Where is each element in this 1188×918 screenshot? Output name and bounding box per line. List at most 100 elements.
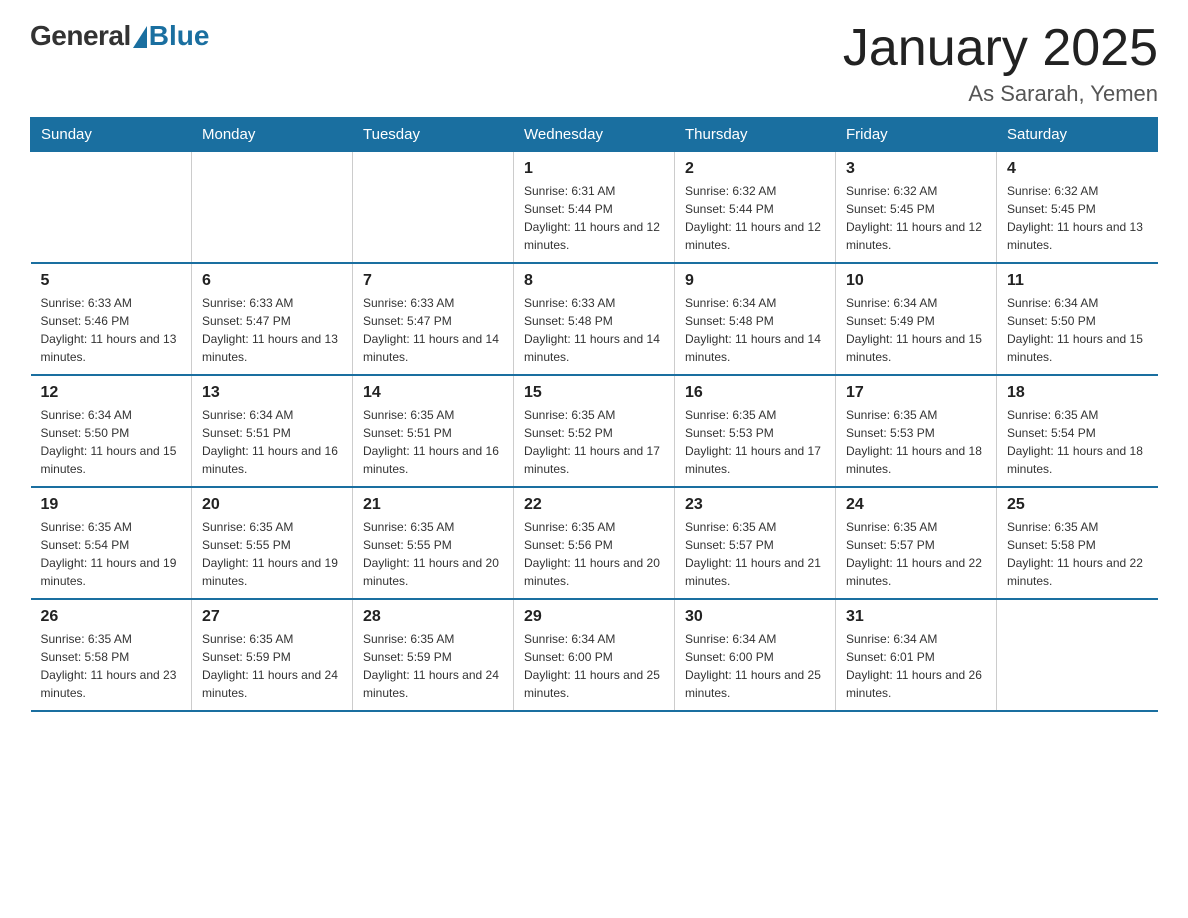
day-info: Sunrise: 6:34 AM Sunset: 5:50 PM Dayligh…: [1007, 294, 1148, 366]
calendar-cell: 2Sunrise: 6:32 AM Sunset: 5:44 PM Daylig…: [675, 152, 836, 264]
calendar-cell: 11 Sunrise: 6:34 AM Sunset: 5:50 PM Dayli…: [997, 263, 1158, 375]
calendar-cell: 8 Sunrise: 6:33 AM Sunset: 5:48 PM Daylig…: [514, 263, 675, 375]
calendar-cell: 21 Sunrise: 6:35 AM Sunset: 5:55 PM Dayli…: [353, 487, 514, 599]
day-number: 25: [1007, 496, 1148, 514]
calendar-cell: 14 Sunrise: 6:35 AM Sunset: 5:51 PM Dayli…: [353, 375, 514, 487]
day-number: 11: [1007, 272, 1148, 290]
day-number: 7: [363, 272, 503, 290]
day-number: 3: [846, 160, 986, 178]
logo-general-text: General: [30, 20, 131, 52]
day-number: 22: [524, 496, 664, 514]
calendar-cell: [192, 152, 353, 264]
day-number: 9: [685, 272, 825, 290]
calendar-cell: [353, 152, 514, 264]
calendar-table: SundayMondayTuesdayWednesdayThursdayFrid…: [30, 117, 1158, 712]
month-title: January 2025: [843, 20, 1158, 77]
calendar-header-row: SundayMondayTuesdayWednesdayThursdayFrid…: [31, 118, 1158, 152]
day-info: Sunrise: 6:32 AM Sunset: 5:44 PM Dayligh…: [685, 182, 825, 254]
header-day-friday: Friday: [836, 118, 997, 152]
day-info: Sunrise: 6:35 AM Sunset: 5:55 PM Dayligh…: [363, 518, 503, 590]
day-info: Sunrise: 6:35 AM Sunset: 5:54 PM Dayligh…: [1007, 406, 1148, 478]
day-info: Sunrise: 6:35 AM Sunset: 5:55 PM Dayligh…: [202, 518, 342, 590]
calendar-cell: 31 Sunrise: 6:34 AM Sunset: 6:01 PM Dayli…: [836, 599, 997, 711]
calendar-cell: 10Sunrise: 6:34 AM Sunset: 5:49 PM Dayli…: [836, 263, 997, 375]
calendar-cell: 22 Sunrise: 6:35 AM Sunset: 5:56 PM Dayli…: [514, 487, 675, 599]
day-number: 13: [202, 384, 342, 402]
day-info: Sunrise: 6:34 AM Sunset: 5:51 PM Dayligh…: [202, 406, 342, 478]
day-info: Sunrise: 6:32 AM Sunset: 5:45 PM Dayligh…: [1007, 182, 1148, 254]
day-number: 23: [685, 496, 825, 514]
calendar-cell: 30 Sunrise: 6:34 AM Sunset: 6:00 PM Dayli…: [675, 599, 836, 711]
calendar-cell: 26 Sunrise: 6:35 AM Sunset: 5:58 PM Dayli…: [31, 599, 192, 711]
header-day-wednesday: Wednesday: [514, 118, 675, 152]
day-info: Sunrise: 6:33 AM Sunset: 5:47 PM Dayligh…: [363, 294, 503, 366]
day-number: 5: [41, 272, 182, 290]
calendar-cell: 6 Sunrise: 6:33 AM Sunset: 5:47 PM Daylig…: [192, 263, 353, 375]
day-info: Sunrise: 6:35 AM Sunset: 5:53 PM Dayligh…: [685, 406, 825, 478]
calendar-cell: 13 Sunrise: 6:34 AM Sunset: 5:51 PM Dayli…: [192, 375, 353, 487]
header-day-saturday: Saturday: [997, 118, 1158, 152]
day-number: 14: [363, 384, 503, 402]
logo-blue-text: Blue: [149, 20, 210, 52]
calendar-week-row: 19 Sunrise: 6:35 AM Sunset: 5:54 PM Dayli…: [31, 487, 1158, 599]
day-number: 26: [41, 608, 182, 626]
day-info: Sunrise: 6:35 AM Sunset: 5:56 PM Dayligh…: [524, 518, 664, 590]
day-number: 16: [685, 384, 825, 402]
calendar-week-row: 26 Sunrise: 6:35 AM Sunset: 5:58 PM Dayli…: [31, 599, 1158, 711]
day-info: Sunrise: 6:33 AM Sunset: 5:47 PM Dayligh…: [202, 294, 342, 366]
day-info: Sunrise: 6:35 AM Sunset: 5:57 PM Dayligh…: [685, 518, 825, 590]
header-day-tuesday: Tuesday: [353, 118, 514, 152]
day-number: 30: [685, 608, 825, 626]
logo: General Blue: [30, 20, 209, 52]
day-number: 29: [524, 608, 664, 626]
day-number: 19: [41, 496, 182, 514]
day-number: 18: [1007, 384, 1148, 402]
day-info: Sunrise: 6:35 AM Sunset: 5:51 PM Dayligh…: [363, 406, 503, 478]
day-number: 27: [202, 608, 342, 626]
logo-triangle-icon: [133, 26, 147, 48]
day-number: 31: [846, 608, 986, 626]
calendar-week-row: 5 Sunrise: 6:33 AM Sunset: 5:46 PM Daylig…: [31, 263, 1158, 375]
calendar-cell: 20 Sunrise: 6:35 AM Sunset: 5:55 PM Dayli…: [192, 487, 353, 599]
calendar-cell: 18 Sunrise: 6:35 AM Sunset: 5:54 PM Dayli…: [997, 375, 1158, 487]
day-number: 1: [524, 160, 664, 178]
header-day-monday: Monday: [192, 118, 353, 152]
day-info: Sunrise: 6:35 AM Sunset: 5:58 PM Dayligh…: [41, 630, 182, 702]
calendar-cell: 16 Sunrise: 6:35 AM Sunset: 5:53 PM Dayli…: [675, 375, 836, 487]
calendar-cell: 1 Sunrise: 6:31 AM Sunset: 5:44 PM Daylig…: [514, 152, 675, 264]
day-info: Sunrise: 6:34 AM Sunset: 5:49 PM Dayligh…: [846, 294, 986, 366]
calendar-cell: 19 Sunrise: 6:35 AM Sunset: 5:54 PM Dayli…: [31, 487, 192, 599]
calendar-cell: 12Sunrise: 6:34 AM Sunset: 5:50 PM Dayli…: [31, 375, 192, 487]
calendar-cell: 15 Sunrise: 6:35 AM Sunset: 5:52 PM Dayli…: [514, 375, 675, 487]
calendar-cell: 7 Sunrise: 6:33 AM Sunset: 5:47 PM Daylig…: [353, 263, 514, 375]
calendar-week-row: 12Sunrise: 6:34 AM Sunset: 5:50 PM Dayli…: [31, 375, 1158, 487]
day-number: 20: [202, 496, 342, 514]
day-info: Sunrise: 6:32 AM Sunset: 5:45 PM Dayligh…: [846, 182, 986, 254]
day-info: Sunrise: 6:34 AM Sunset: 5:48 PM Dayligh…: [685, 294, 825, 366]
day-info: Sunrise: 6:34 AM Sunset: 6:01 PM Dayligh…: [846, 630, 986, 702]
day-info: Sunrise: 6:35 AM Sunset: 5:59 PM Dayligh…: [202, 630, 342, 702]
day-info: Sunrise: 6:33 AM Sunset: 5:48 PM Dayligh…: [524, 294, 664, 366]
day-info: Sunrise: 6:35 AM Sunset: 5:57 PM Dayligh…: [846, 518, 986, 590]
day-number: 24: [846, 496, 986, 514]
day-info: Sunrise: 6:35 AM Sunset: 5:54 PM Dayligh…: [41, 518, 182, 590]
day-number: 4: [1007, 160, 1148, 178]
calendar-cell: 9 Sunrise: 6:34 AM Sunset: 5:48 PM Daylig…: [675, 263, 836, 375]
day-number: 12: [41, 384, 182, 402]
day-info: Sunrise: 6:35 AM Sunset: 5:52 PM Dayligh…: [524, 406, 664, 478]
page-header: General Blue January 2025 As Sararah, Ye…: [30, 20, 1158, 107]
calendar-cell: 29Sunrise: 6:34 AM Sunset: 6:00 PM Dayli…: [514, 599, 675, 711]
day-info: Sunrise: 6:35 AM Sunset: 5:59 PM Dayligh…: [363, 630, 503, 702]
calendar-cell: 28Sunrise: 6:35 AM Sunset: 5:59 PM Dayli…: [353, 599, 514, 711]
day-number: 21: [363, 496, 503, 514]
calendar-cell: 5 Sunrise: 6:33 AM Sunset: 5:46 PM Daylig…: [31, 263, 192, 375]
day-number: 15: [524, 384, 664, 402]
day-number: 6: [202, 272, 342, 290]
day-info: Sunrise: 6:31 AM Sunset: 5:44 PM Dayligh…: [524, 182, 664, 254]
title-area: January 2025 As Sararah, Yemen: [843, 20, 1158, 107]
day-info: Sunrise: 6:34 AM Sunset: 6:00 PM Dayligh…: [685, 630, 825, 702]
calendar-week-row: 1 Sunrise: 6:31 AM Sunset: 5:44 PM Daylig…: [31, 152, 1158, 264]
day-number: 8: [524, 272, 664, 290]
calendar-cell: 23 Sunrise: 6:35 AM Sunset: 5:57 PM Dayli…: [675, 487, 836, 599]
day-info: Sunrise: 6:33 AM Sunset: 5:46 PM Dayligh…: [41, 294, 182, 366]
